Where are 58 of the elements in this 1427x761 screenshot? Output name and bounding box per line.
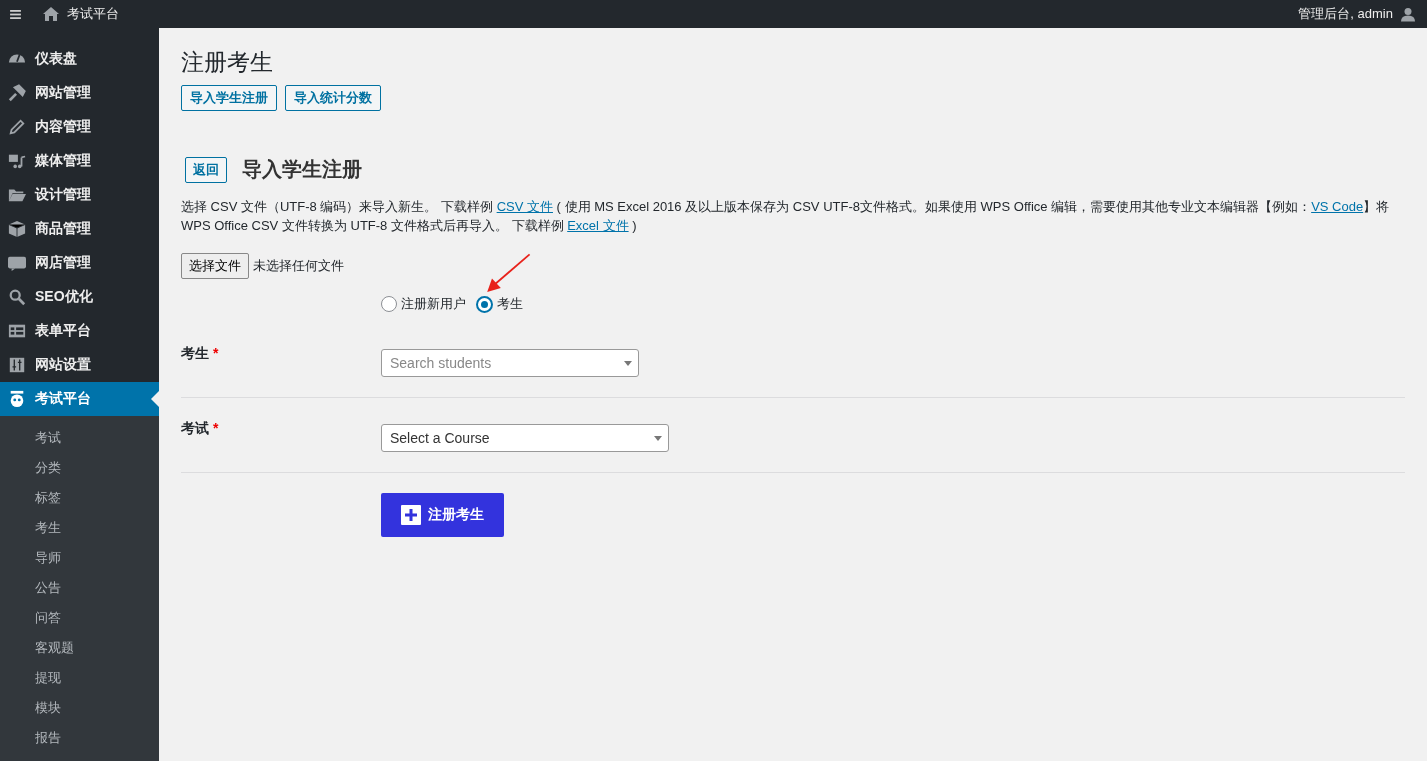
radio-label: 考生 <box>497 295 523 313</box>
submenu-item[interactable]: 考试 <box>0 423 159 453</box>
sidebar-item[interactable]: 网店管理 <box>0 246 159 280</box>
field-label: 考试 <box>181 420 209 438</box>
submenu-item[interactable]: 报告 <box>0 723 159 753</box>
submenu-item[interactable]: 公告 <box>0 573 159 603</box>
pencil-icon <box>8 118 26 136</box>
submenu-item[interactable]: 模块 <box>0 693 159 723</box>
register-button[interactable]: 注册考生 <box>381 493 504 537</box>
menu-icon[interactable] <box>10 9 21 19</box>
submenu-item[interactable]: 客观题 <box>0 633 159 663</box>
submenu-item[interactable]: 分类 <box>0 453 159 483</box>
sidebar-item[interactable]: 表单平台 <box>0 314 159 348</box>
woo-icon <box>8 254 26 272</box>
box-icon <box>8 220 26 238</box>
section-heading: 导入学生注册 <box>242 157 362 182</box>
page-title: 注册考生 <box>181 48 274 77</box>
home-icon <box>43 7 59 21</box>
sidebar-item[interactable]: 商品管理 <box>0 212 159 246</box>
download-link[interactable]: VS Code <box>1311 199 1364 214</box>
sidebar-item[interactable]: 网站设置 <box>0 348 159 382</box>
submenu-item[interactable]: 提现 <box>0 663 159 693</box>
radio-button[interactable] <box>381 296 397 312</box>
download-link[interactable]: Excel 文件 <box>567 218 629 233</box>
sidebar-item[interactable]: 媒体管理 <box>0 144 159 178</box>
account-link[interactable]: 管理后台, admin <box>1298 5 1393 23</box>
download-link[interactable]: CSV 文件 <box>496 199 553 214</box>
sliders-icon <box>8 356 26 374</box>
back-button[interactable]: 返回 <box>185 156 227 183</box>
sidebar-item[interactable]: 仪表盘 <box>0 42 159 76</box>
search-icon <box>8 288 26 306</box>
sidebar-item[interactable]: 考试平台 <box>0 382 159 416</box>
import-button[interactable]: 导入学生注册 <box>181 85 277 111</box>
sidebar-item[interactable]: SEO优化 <box>0 280 159 314</box>
import-button[interactable]: 导入统计分数 <box>285 85 381 111</box>
radio-button[interactable] <box>476 295 493 313</box>
field-label: 考生 <box>181 345 209 363</box>
submenu-item[interactable]: 标签 <box>0 483 159 513</box>
sidebar-item[interactable]: 内容管理 <box>0 110 159 144</box>
user-icon <box>1401 6 1415 22</box>
submenu-item[interactable]: 问答 <box>0 603 159 633</box>
required-mark: * <box>213 345 219 363</box>
submenu-item[interactable]: 导师 <box>0 543 159 573</box>
mascot-icon <box>8 390 26 408</box>
choose-file-button[interactable]: 选择文件 <box>181 253 249 279</box>
select-field[interactable]: Search students <box>381 349 639 377</box>
site-title-link[interactable]: 考试平台 <box>67 5 119 23</box>
plus-icon <box>401 505 421 525</box>
camera-music-icon <box>8 152 26 170</box>
required-mark: * <box>213 420 219 438</box>
form-icon <box>8 322 26 340</box>
select-field[interactable]: Select a Course <box>381 424 669 452</box>
sidebar-item[interactable]: 网站管理 <box>0 76 159 110</box>
submenu-item[interactable]: 考生 <box>0 513 159 543</box>
description-text: 选择 CSV 文件（UTF-8 编码）来导入新生。 下载样例 CSV 文件 ( 使用 MS Excel 2016 及以上版本保存为 CSV UTF-8文件格式。如果使用 WPS Office 编辑，需要使用其他专业文本编辑器【例如：VS Code】将 WPS Office CSV 文件转换为 UTF-8 文件格式后再导入。 下载样例 Excel 文件 ) <box>181 198 1391 235</box>
sidebar-item[interactable]: 设计管理 <box>0 178 159 212</box>
file-status-text: 未选择任何文件 <box>253 257 344 275</box>
radio-label: 注册新用户 <box>401 295 466 313</box>
